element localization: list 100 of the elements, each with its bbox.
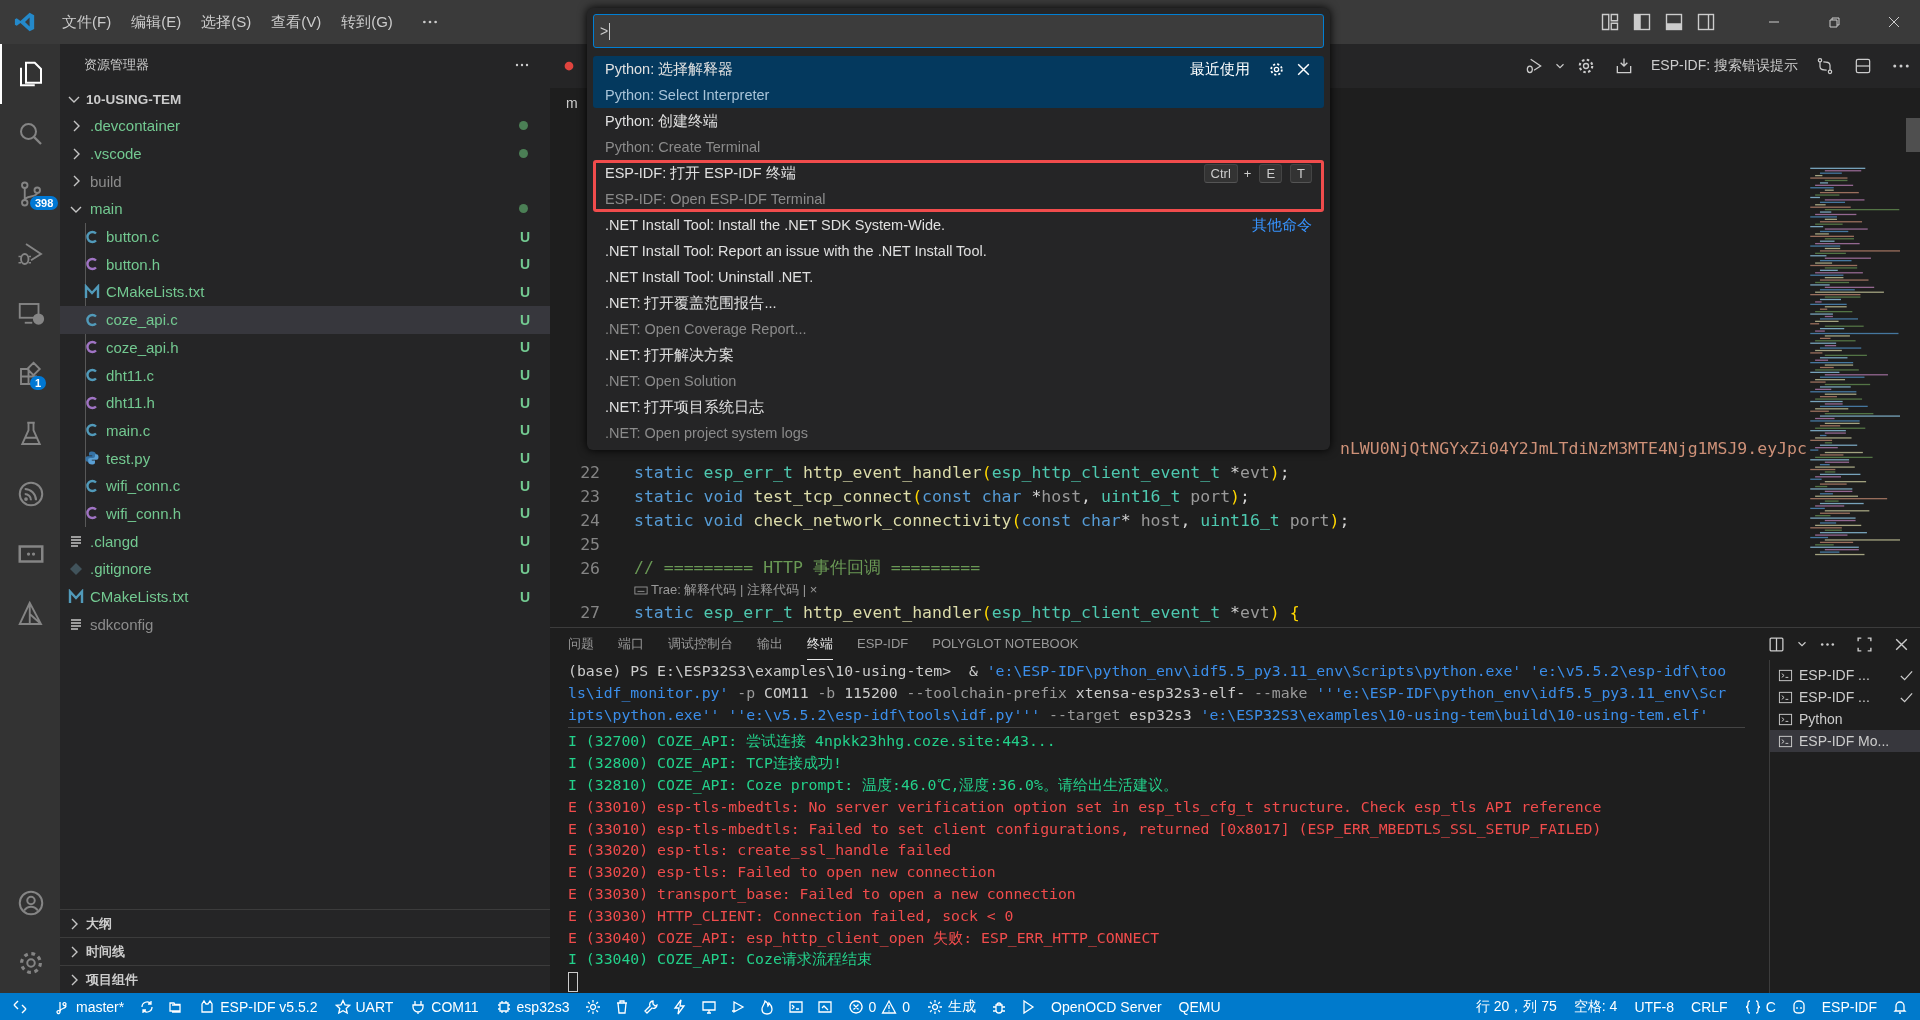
compare-icon[interactable] (1815, 56, 1835, 76)
command-item[interactable]: .NET Install Tool: Install the .NET SDK System-Wide. 其他命令 (593, 212, 1324, 238)
command-input[interactable]: > (593, 14, 1324, 48)
chip-icon (495, 998, 512, 1015)
file-tree-item[interactable]: CMakeLists.txt U (60, 278, 550, 306)
cursor-position[interactable]: 行 20，列 75 (1473, 997, 1559, 1016)
line-ending-status[interactable]: CRLF (1689, 998, 1730, 1015)
header-file-icon (84, 505, 100, 522)
menu-item[interactable]: 转到(G) (331, 12, 403, 32)
command-item[interactable]: .NET Install Tool: Report an issue with the .NET Install Tool. (593, 238, 1324, 264)
file-tree-item[interactable]: coze_api.h U (60, 333, 550, 362)
git-status: U (519, 394, 530, 411)
panel-tab[interactable]: 输出 (757, 628, 783, 660)
git-status: U (519, 450, 530, 467)
command-item[interactable]: .NET: 打开覆盖范围报告... .NET: Open Coverage Report... (593, 290, 1324, 342)
terminal-item[interactable]: ESP-IDF Mo... (1770, 730, 1920, 752)
command-item[interactable]: .NET Install Tool: Uninstall .NET. (593, 264, 1324, 290)
file-tree-item[interactable]: coze_api.c U (60, 305, 550, 334)
file-tree-item[interactable]: CMakeLists.txt U (60, 582, 550, 611)
terminal-item[interactable]: Python (1770, 708, 1920, 730)
split-editor-icon[interactable] (1853, 56, 1873, 76)
connection-status[interactable]: UART (332, 998, 396, 1015)
section-header[interactable]: 时间线 (60, 937, 550, 965)
split-terminal-icon[interactable] (1768, 635, 1785, 653)
log-line: I (32800) COZE_API: TCP连接成功! (568, 753, 842, 774)
file-tree-item[interactable]: sdkconfig (60, 610, 550, 639)
command-item[interactable]: ESP-IDF: 打开 ESP-IDF 终端 Ctrl + E T ESP-IDF: Open ESP-IDF Terminal (593, 160, 1324, 212)
file-tree-item[interactable]: dht11.c U (60, 361, 550, 389)
file-tree-item[interactable]: .devcontainer (60, 112, 550, 140)
scrollbar-thumb[interactable] (1906, 118, 1920, 152)
port-status[interactable]: COM11 (408, 998, 481, 1015)
secondary-sidebar-icon[interactable] (1696, 12, 1716, 32)
file-tree-item[interactable]: main.c U (60, 416, 550, 445)
log-line: I (32810) COZE_API: Coze prompt: 温度:46.0℃,湿度:36.0%。请给出生活建议。 (568, 775, 1178, 796)
file-tree-item[interactable]: .vscode (60, 139, 550, 168)
terminal-line: ls\idf_monitor.py' -p COM11 -b 115200 --toolchain-prefix xtensa-esp32s3-elf- --make '''e:\ESP-IDF\python_env\idf5.5_py3.11_env\Scr (568, 682, 1727, 704)
qemu-status[interactable]: QEMU (1176, 998, 1223, 1015)
file-tree-item[interactable]: button.c U (60, 222, 550, 251)
app-logo-icon (14, 11, 36, 33)
activity-bar-item[interactable]: 398 (0, 164, 60, 224)
file-name: main (90, 200, 124, 218)
activity-bar-item[interactable]: 1 (0, 344, 60, 404)
signal-circle-icon (16, 479, 46, 509)
header-file-icon (84, 339, 100, 356)
file-tree-item[interactable]: dht11.h U (60, 388, 550, 417)
openocd-status[interactable]: OpenOCD Server (1049, 998, 1164, 1015)
sidebar-toggle-icon[interactable] (1632, 12, 1652, 32)
file-tree-item[interactable]: button.h U (60, 250, 550, 279)
remote-icon[interactable] (12, 998, 28, 1015)
build-status[interactable]: 生成 (925, 997, 979, 1016)
cmake-file-icon (68, 588, 84, 605)
close-icon[interactable] (1886, 14, 1902, 30)
file-tree-item[interactable]: wifi_conn.c U (60, 471, 550, 500)
panel-tab[interactable]: 调试控制台 (668, 628, 733, 660)
panel-tab[interactable]: ESP-IDF (857, 630, 909, 658)
menu-item[interactable]: 编辑(E) (121, 12, 192, 32)
target-status[interactable]: esp32s3 (493, 998, 572, 1015)
command-item[interactable]: .NET: 打开项目系统日志 .NET: Open project system logs (593, 394, 1324, 446)
file-tree-item[interactable]: .gitignore U (60, 555, 550, 583)
git-status: U (519, 256, 530, 273)
menu-item[interactable]: 选择(S) (191, 12, 262, 32)
encoding-status[interactable]: UTF-8 (1632, 998, 1677, 1015)
menu-item[interactable]: 文件(F) (52, 12, 122, 32)
command-item[interactable]: Python: 选择解释器 最近使用 Python: Select Interpreter (593, 56, 1324, 108)
terminal-item[interactable]: ESP-IDF ... (1770, 664, 1920, 686)
panel-tab[interactable]: 端口 (618, 628, 644, 660)
file-tree-item[interactable]: build (60, 167, 550, 196)
terminal-item[interactable]: ESP-IDF ... (1770, 686, 1920, 708)
code-lens[interactable]: Trae: 解释代码 | 注释代码 | × (651, 581, 818, 599)
problems-status[interactable]: 0 0 (845, 998, 913, 1015)
command-item[interactable]: Python: 创建终端 Python: Create Terminal (593, 108, 1324, 160)
panel-toggle-icon[interactable] (1664, 12, 1684, 32)
menu-item[interactable]: 查看(V) (261, 12, 332, 32)
branch-status[interactable]: master* (53, 998, 127, 1015)
file-tree-item[interactable]: .clangd U (60, 527, 550, 555)
panel-tab[interactable]: POLYGLOT NOTEBOOK (932, 630, 1079, 658)
download-icon[interactable] (1614, 56, 1634, 76)
file-tree-item[interactable]: test.py U (60, 444, 550, 472)
run-debug-icon[interactable] (1524, 56, 1544, 76)
restore-icon[interactable] (1826, 14, 1842, 30)
settings-icon[interactable] (1268, 60, 1285, 78)
maximize-icon[interactable] (1856, 635, 1873, 653)
file-tree-item[interactable]: main (60, 195, 550, 223)
folder-header[interactable]: 10-USING-TEM (60, 86, 550, 112)
panel-tab[interactable]: 终端 (807, 628, 833, 660)
file-name: main.c (106, 421, 152, 439)
toolbar-label[interactable]: ESP-IDF: 搜索错误提示 (1651, 57, 1798, 75)
header-file-icon (84, 256, 100, 273)
breadcrumb[interactable]: m (566, 95, 578, 111)
panel-tab[interactable]: 问题 (568, 628, 594, 660)
section-header[interactable]: 大纲 (60, 909, 550, 937)
key-cap: T (1290, 163, 1312, 183)
command-item[interactable]: .NET: 打开解决方案 .NET: Open Solution (593, 342, 1324, 394)
file-tree-item[interactable]: wifi_conn.h U (60, 499, 550, 528)
language-status[interactable]: C (1742, 998, 1778, 1015)
indentation-status[interactable]: 空格: 4 (1571, 997, 1620, 1016)
idf-status[interactable]: ESP-IDF (1819, 998, 1879, 1015)
settings-icon[interactable] (1576, 56, 1596, 76)
idf-version-status[interactable]: ESP-IDF v5.5.2 (197, 998, 320, 1015)
layout-icon[interactable] (1600, 12, 1620, 32)
